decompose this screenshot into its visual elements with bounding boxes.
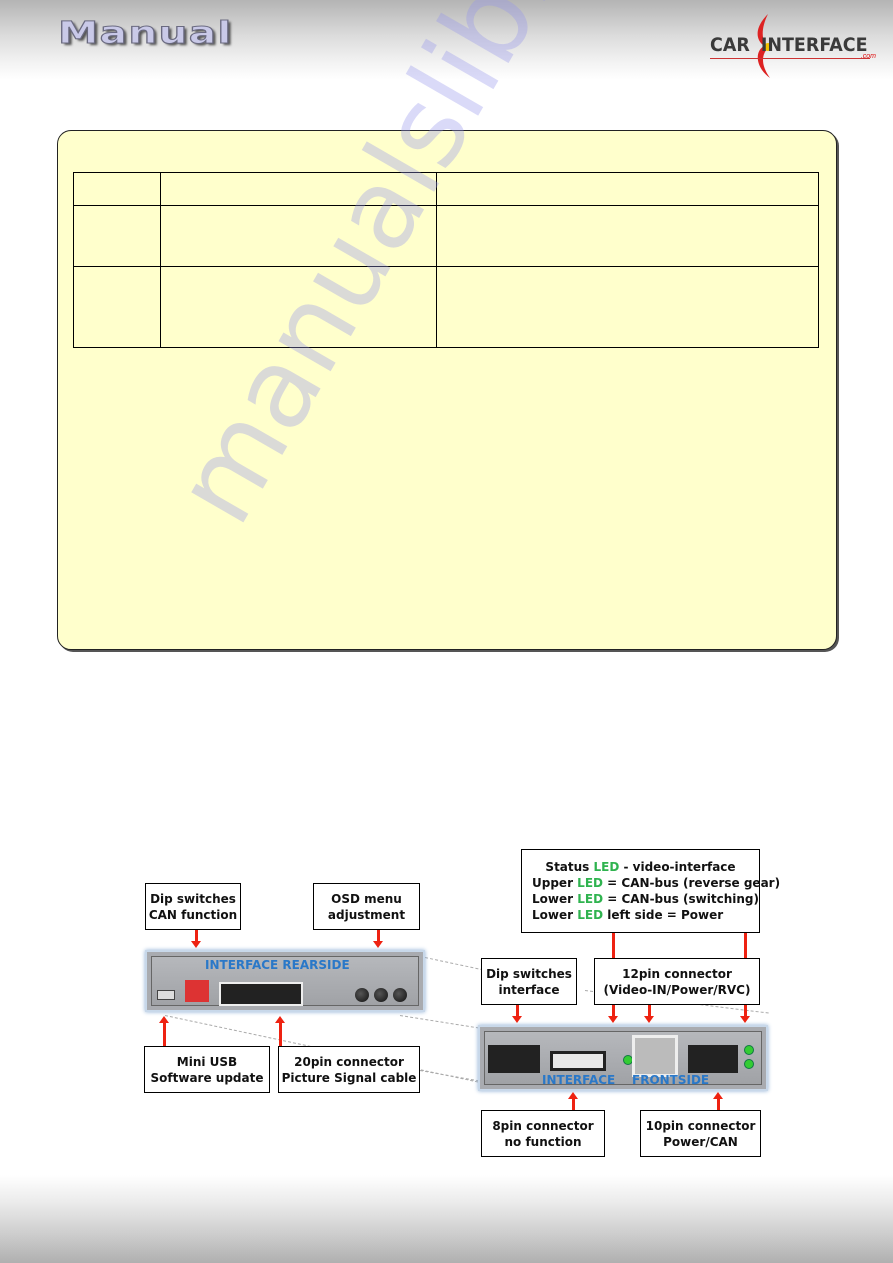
connector-line [744, 933, 747, 958]
table-cell [436, 172, 819, 206]
callout-status-led: Status LED - video-interface Upper LED =… [521, 849, 780, 933]
callout-line: 10pin connector [645, 1118, 756, 1133]
callout-line: interface [498, 982, 560, 997]
callout-line: 12pin connector [622, 966, 732, 981]
callout-line: 8pin connector [492, 1118, 594, 1133]
callout-8pin-connector: 8pin connector no function [481, 1110, 605, 1157]
connector-12pin-icon [632, 1035, 678, 1077]
callout-20pin-connector: 20pin connector Picture Signal cable [278, 1046, 420, 1093]
arrow-icon [373, 930, 383, 948]
table-cell [73, 205, 161, 267]
callout-line: Dip switches [150, 891, 236, 906]
connector-20pin-icon [219, 982, 303, 1006]
dashed-guide-line [399, 1015, 485, 1030]
arrow-icon [512, 1005, 522, 1023]
status-line: Upper LED = CAN-bus (reverse gear) [532, 876, 781, 890]
arrow-icon [568, 1092, 578, 1110]
callout-line: OSD menu [331, 891, 402, 906]
table-cell [73, 266, 161, 348]
logo-interface: INTERFACE [760, 34, 868, 56]
table-row [73, 266, 819, 348]
interface-rearside-device: INTERFACE REARSIDE [145, 950, 425, 1012]
osd-button-icon [393, 988, 407, 1002]
connector-line [612, 933, 615, 958]
callout-line: Mini USB [176, 1054, 238, 1069]
rearside-label: INTERFACE REARSIDE [205, 958, 350, 972]
callout-line: Power/CAN [663, 1134, 738, 1149]
arrow-icon [644, 1005, 654, 1023]
callout-dip-switches-can: Dip switches CAN function [145, 883, 241, 930]
arrow-icon [608, 1005, 618, 1023]
callout-line: 20pin connector [294, 1054, 404, 1069]
callout-line: Dip switches [486, 966, 572, 981]
dip-switch-interface-icon [488, 1045, 540, 1073]
mini-usb-port-icon [157, 990, 175, 1000]
can-led-upper-icon [744, 1045, 754, 1055]
status-line: Status LED - video-interface [545, 860, 736, 874]
can-led-lower-icon [744, 1059, 754, 1069]
status-line: Lower LED = CAN-bus (switching) [532, 892, 759, 906]
arrow-icon [275, 1016, 285, 1046]
callout-line: Software update [150, 1070, 264, 1085]
connector-10pin-icon [688, 1045, 738, 1073]
callout-mini-usb: Mini USB Software update [144, 1046, 270, 1093]
arrow-icon [740, 1005, 750, 1023]
callout-osd-menu: OSD menu adjustment [313, 883, 420, 930]
table-cell [436, 266, 819, 348]
logo-car: CAR [710, 34, 750, 56]
dip-switch-can-icon [185, 980, 209, 1002]
page-footer [0, 1175, 893, 1263]
interface-frontside-device: INTERFACE FRONTSIDE [478, 1025, 768, 1091]
table-cell [436, 205, 819, 267]
callout-12pin-connector: 12pin connector (Video-IN/Power/RVC) [594, 958, 760, 1005]
callout-dip-switches-interface: Dip switches interface [481, 958, 577, 1005]
arrow-icon [191, 930, 201, 948]
manual-title: Manual [57, 16, 233, 52]
car-interface-logo: CAR INTERFACE .com [706, 12, 886, 78]
dashed-guide-line [419, 1070, 480, 1082]
callout-line: Picture Signal cable [281, 1070, 417, 1085]
logo-text: CAR INTERFACE [710, 34, 868, 56]
callout-line: (Video-IN/Power/RVC) [603, 982, 751, 997]
callout-line: adjustment [327, 907, 406, 922]
status-line: Lower LED left side = Power [532, 908, 724, 922]
osd-button-icon [374, 988, 388, 1002]
connector-8pin-icon [550, 1051, 606, 1071]
callout-line: no function [504, 1134, 582, 1149]
table-cell [73, 172, 161, 206]
callout-line: CAN function [148, 907, 238, 922]
frontside-label-1: INTERFACE [542, 1073, 616, 1087]
callout-10pin-connector: 10pin connector Power/CAN [640, 1110, 761, 1157]
arrow-icon [159, 1016, 169, 1046]
logo-underline [710, 58, 870, 59]
arrow-icon [713, 1092, 723, 1110]
osd-button-icon [355, 988, 369, 1002]
frontside-label-2: FRONTSIDE [632, 1073, 710, 1087]
logo-com: .com [860, 53, 876, 60]
